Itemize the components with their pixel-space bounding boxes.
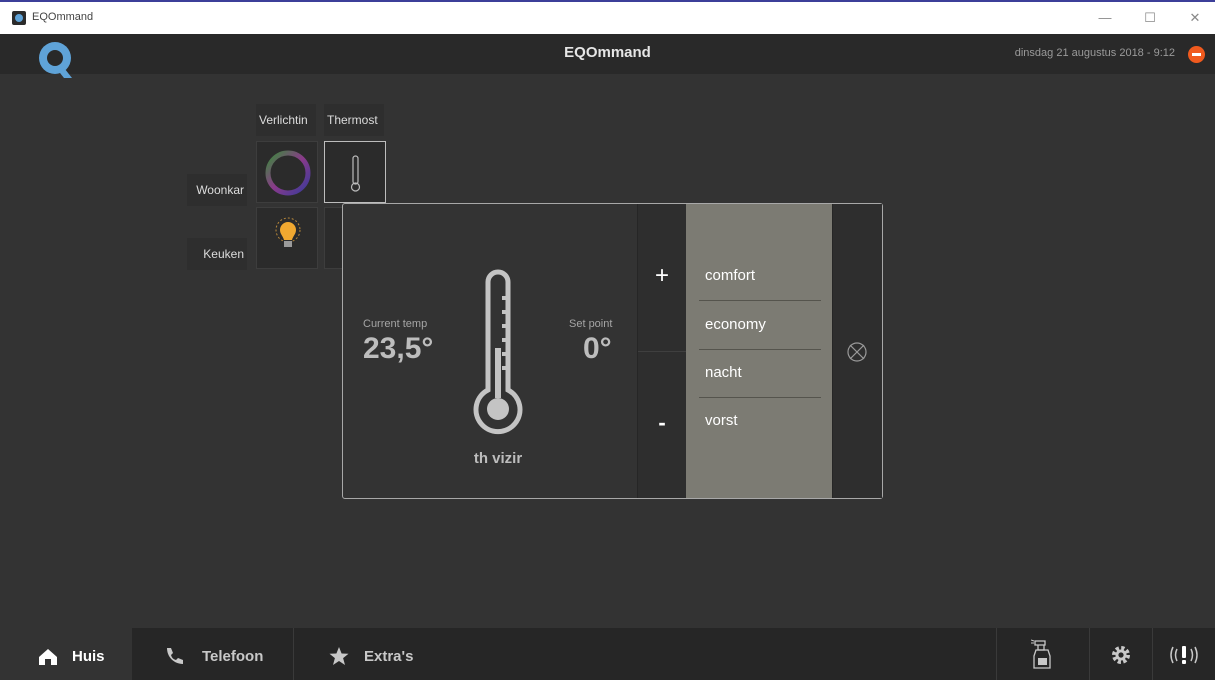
tile-keuken-lighting[interactable]: [256, 207, 318, 269]
phone-icon: [167, 648, 183, 664]
tab-huis-label: Huis: [72, 648, 105, 665]
tile-woonkamer-thermostat[interactable]: [324, 141, 386, 203]
home-icon: [39, 649, 57, 665]
setpoint-stepper: + -: [637, 204, 688, 498]
stop-icon[interactable]: [1188, 46, 1205, 63]
alarm-button[interactable]: [1153, 628, 1215, 680]
tab-extras[interactable]: Extra's: [294, 628, 454, 680]
minimize-button[interactable]: —: [1090, 8, 1120, 28]
row-header-woonkamer: Woonkar: [187, 174, 247, 206]
bottom-nav-bar: Huis Telefoon Extra's: [0, 628, 1215, 680]
set-point-label: Set point: [569, 318, 613, 330]
app-icon: [12, 11, 26, 25]
large-thermometer-icon: [473, 269, 523, 435]
no-schedule-icon[interactable]: [845, 340, 869, 364]
thermostat-popup: Current temp 23,5° th vizir Set point 0°…: [342, 203, 883, 499]
settings-button[interactable]: [1090, 628, 1152, 680]
datetime-display: dinsdag 21 augustus 2018 - 9:12: [1014, 47, 1175, 59]
app-window: EQOmmand — ☐ ✕ EQOmmand dinsdag 21 augus…: [0, 0, 1215, 680]
mode-vorst[interactable]: vorst: [699, 398, 821, 446]
cleaning-button[interactable]: [997, 628, 1089, 680]
tab-huis[interactable]: Huis: [0, 628, 132, 680]
stepper-divider: [638, 351, 688, 352]
mode-economy[interactable]: economy: [699, 302, 821, 350]
mode-list: comfort economy nacht vorst: [686, 204, 832, 498]
tab-telefoon-label: Telefoon: [202, 648, 264, 665]
tab-extras-label: Extra's: [364, 648, 414, 665]
mode-nacht[interactable]: nacht: [699, 350, 821, 398]
increase-setpoint-button[interactable]: +: [638, 262, 686, 290]
rgb-color-wheel-icon: [265, 150, 311, 196]
alarm-icon: [1170, 646, 1198, 664]
close-button[interactable]: ✕: [1180, 8, 1210, 28]
gear-icon: [1112, 646, 1130, 664]
os-title-bar: EQOmmand — ☐ ✕: [0, 2, 1215, 34]
device-name: th vizir: [473, 450, 523, 467]
set-point-value: 0°: [583, 332, 612, 365]
column-header-thermostat: Thermost: [324, 104, 384, 136]
star-icon: [329, 647, 349, 665]
decrease-setpoint-button[interactable]: -: [638, 410, 686, 436]
cleaning-spray-icon: [1031, 639, 1051, 669]
current-temp-label: Current temp: [363, 318, 428, 330]
tile-woonkamer-lighting[interactable]: [256, 141, 318, 203]
popup-side-column: [832, 204, 882, 498]
maximize-button[interactable]: ☐: [1135, 8, 1165, 28]
current-temp-value: 23,5°: [363, 332, 434, 365]
lightbulb-icon: [275, 217, 301, 247]
window-title: EQOmmand: [32, 11, 94, 23]
column-header-lighting: Verlichtin: [256, 104, 316, 136]
thermometer-icon: [350, 155, 361, 192]
mode-comfort[interactable]: comfort: [699, 253, 821, 301]
tab-telefoon[interactable]: Telefoon: [132, 628, 293, 680]
row-header-keuken: Keuken: [187, 238, 247, 270]
